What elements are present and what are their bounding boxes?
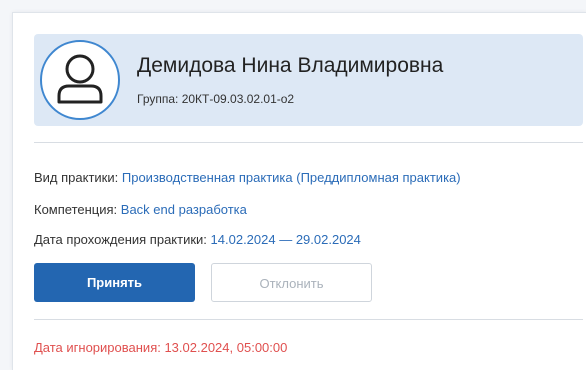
practice-type-label: Вид практики: (34, 170, 119, 185)
student-profile-header: Демидова Нина Владимировна Группа: 20КТ-… (34, 34, 583, 126)
practice-dates-value: 14.02.2024 — 29.02.2024 (210, 232, 361, 247)
competence-line: Компетенция: Back end разработка (34, 202, 247, 217)
practice-type-line: Вид практики: Производственная практика … (34, 170, 461, 185)
student-name: Демидова Нина Владимировна (137, 54, 444, 77)
competence-value: Back end разработка (120, 202, 247, 217)
student-group: Группа: 20КТ-09.03.02.01-о2 (137, 92, 295, 106)
application-card: Демидова Нина Владимировна Группа: 20КТ-… (12, 12, 586, 370)
reject-button[interactable]: Отклонить (211, 263, 372, 302)
avatar (40, 40, 120, 120)
practice-dates-label: Дата прохождения практики: (34, 232, 207, 247)
practice-dates-line: Дата прохождения практики: 14.02.2024 — … (34, 232, 361, 247)
ignore-date: Дата игнорирования: 13.02.2024, 05:00:00 (34, 340, 288, 355)
divider (34, 142, 583, 143)
divider (34, 319, 583, 320)
practice-type-value: Производственная практика (Преддипломная… (121, 170, 461, 185)
user-outline-icon (57, 54, 103, 104)
accept-button[interactable]: Принять (34, 263, 195, 302)
competence-label: Компетенция: (34, 202, 118, 217)
